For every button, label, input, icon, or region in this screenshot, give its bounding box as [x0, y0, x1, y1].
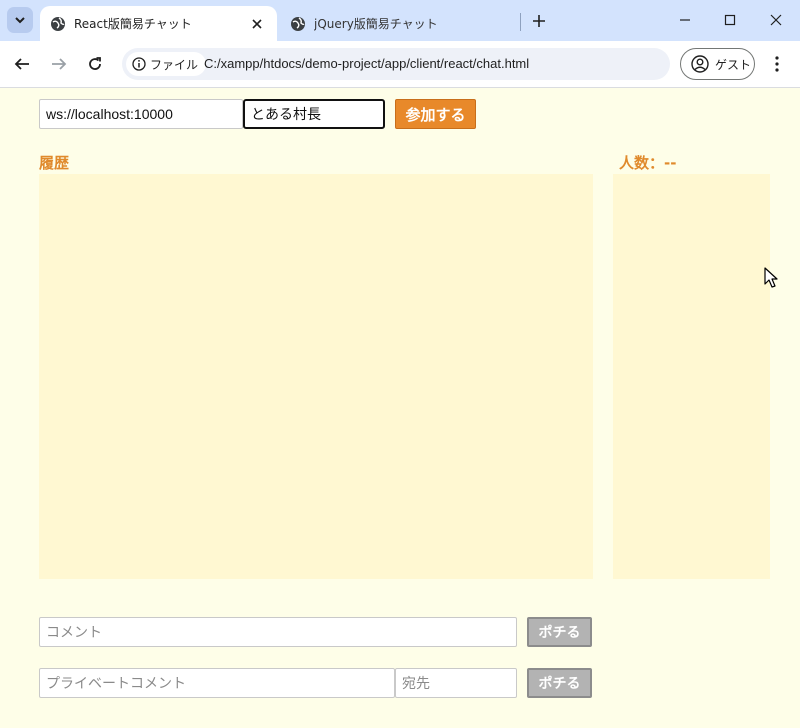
comment-input[interactable] — [39, 617, 517, 647]
avatar-icon — [691, 55, 709, 73]
reload-icon — [89, 57, 101, 70]
url-text: C:/xampp/htdocs/demo-project/app/client/… — [204, 56, 530, 71]
close-tab-icon[interactable] — [249, 16, 265, 32]
close-window-button[interactable] — [764, 9, 788, 31]
tab-title: React版簡易チャット — [74, 17, 192, 31]
profile-button[interactable]: ゲスト — [680, 48, 755, 80]
chat-history-panel[interactable] — [39, 174, 593, 579]
info-icon — [132, 57, 146, 71]
send-private-comment-button[interactable]: ポチる — [527, 668, 592, 698]
join-button[interactable]: 参加する — [395, 99, 476, 129]
member-count-label: 人数：-- — [619, 154, 677, 172]
back-button[interactable] — [11, 53, 33, 75]
minimize-button[interactable] — [673, 9, 697, 31]
tab-search-button[interactable] — [7, 7, 33, 33]
private-comment-input[interactable] — [39, 668, 395, 698]
chevron-down-icon — [15, 17, 25, 24]
site-info-chip[interactable]: ファイル — [126, 52, 207, 76]
tab-divider — [520, 13, 521, 31]
tab-react-chat[interactable]: React版簡易チャット — [40, 6, 277, 41]
globe-icon — [51, 16, 65, 31]
plus-icon — [533, 15, 545, 27]
websocket-url-input[interactable] — [39, 99, 243, 129]
mouse-cursor-icon — [764, 267, 778, 288]
destination-input[interactable] — [395, 668, 517, 698]
forward-button[interactable] — [48, 53, 70, 75]
tab-title: jQuery版簡易チャット — [314, 17, 438, 31]
username-input[interactable] — [243, 99, 385, 129]
reload-button[interactable] — [84, 53, 106, 75]
tab-strip: React版簡易チャット jQuery版簡易チャット — [0, 0, 800, 41]
maximize-icon — [724, 14, 736, 26]
chat-page: 参加する 履歴 人数：-- ポチる ポチる — [0, 88, 800, 728]
address-bar[interactable]: ファイル C:/xampp/htdocs/demo-project/app/cl… — [122, 48, 670, 80]
send-comment-button[interactable]: ポチる — [527, 617, 592, 647]
minimize-icon — [680, 19, 690, 21]
profile-label: ゲスト — [715, 57, 752, 72]
maximize-button[interactable] — [718, 9, 742, 31]
history-label: 履歴 — [39, 154, 70, 172]
tab-jquery-chat[interactable]: jQuery版簡易チャット — [280, 6, 520, 41]
site-chip-label: ファイル — [150, 57, 199, 72]
new-tab-button[interactable] — [529, 11, 549, 31]
browser-menu-button[interactable] — [768, 53, 786, 75]
close-icon — [770, 14, 782, 26]
arrow-right-icon — [52, 58, 67, 70]
globe-icon — [291, 16, 305, 31]
arrow-left-icon — [14, 58, 29, 70]
browser-toolbar: ファイル C:/xampp/htdocs/demo-project/app/cl… — [0, 41, 800, 88]
more-vert-icon — [775, 56, 779, 72]
member-list-panel[interactable] — [613, 174, 770, 579]
